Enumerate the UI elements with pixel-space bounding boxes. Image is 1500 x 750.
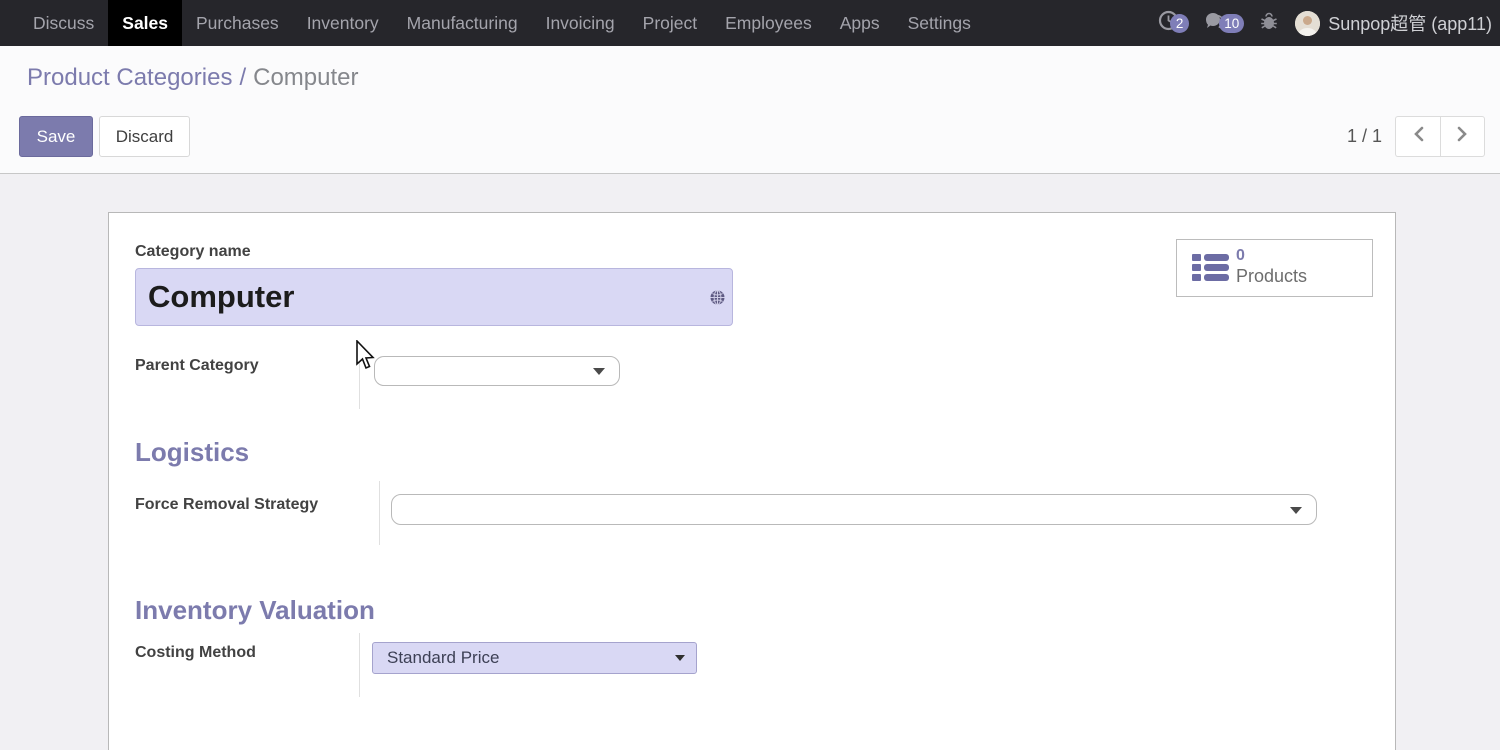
chevron-left-icon: [1412, 126, 1425, 147]
user-menu[interactable]: Sunpop超管 (app11): [1328, 10, 1492, 36]
user-avatar[interactable]: [1295, 11, 1320, 36]
pager-previous-button[interactable]: [1395, 116, 1440, 157]
force-removal-dropdown[interactable]: [391, 494, 1317, 525]
category-name-input[interactable]: Computer: [135, 268, 733, 326]
nav-item-discuss[interactable]: Discuss: [19, 0, 108, 46]
category-name-value: Computer: [148, 279, 294, 315]
control-panel: Product Categories / Computer Save Discard…: [0, 46, 1500, 174]
nav-item-project[interactable]: Project: [629, 0, 711, 46]
systray: 2 10 Sunpop超管 (app11): [1143, 10, 1492, 36]
debug-button[interactable]: [1259, 11, 1279, 36]
field-separator: [359, 633, 360, 697]
field-separator: [379, 481, 380, 545]
nav-item-apps[interactable]: Apps: [826, 0, 894, 46]
chevron-right-icon: [1456, 126, 1469, 147]
odoo-app-window: Discuss Sales Purchases Inventory Manufa…: [0, 0, 1500, 750]
products-stat-button[interactable]: 0 Products: [1176, 239, 1373, 297]
mouse-cursor-icon: [355, 340, 377, 377]
pager-counter: 1 / 1: [1347, 116, 1382, 157]
nav-item-employees[interactable]: Employees: [711, 0, 826, 46]
force-removal-label: Force Removal Strategy: [135, 496, 318, 514]
breadcrumb-separator: /: [239, 64, 246, 91]
nav-item-sales[interactable]: Sales: [108, 0, 182, 46]
nav-item-purchases[interactable]: Purchases: [182, 0, 293, 46]
products-label: Products: [1236, 266, 1307, 287]
save-button[interactable]: Save: [19, 116, 93, 157]
messages-button[interactable]: 10: [1204, 11, 1244, 36]
nav-item-inventory[interactable]: Inventory: [293, 0, 393, 46]
bug-icon: [1259, 11, 1279, 36]
translate-globe-icon[interactable]: [710, 277, 725, 292]
products-count: 0: [1236, 247, 1245, 265]
breadcrumb-parent-link[interactable]: Product Categories: [27, 64, 232, 91]
nav-item-invoicing[interactable]: Invoicing: [532, 0, 629, 46]
main-menu: Discuss Sales Purchases Inventory Manufa…: [19, 0, 985, 46]
dropdown-arrow-icon: [593, 368, 605, 375]
pager-next-button[interactable]: [1440, 116, 1485, 157]
parent-category-label: Parent Category: [135, 357, 259, 375]
nav-item-manufacturing[interactable]: Manufacturing: [393, 0, 532, 46]
category-name-label: Category name: [135, 243, 251, 261]
message-count-badge: 10: [1219, 14, 1244, 33]
form-sheet: 0 Products Category name Computer Parent…: [108, 212, 1396, 750]
activities-button[interactable]: 2: [1158, 10, 1189, 36]
costing-method-select[interactable]: Standard Price: [372, 642, 697, 674]
select-arrow-icon: [675, 655, 685, 661]
logistics-section-title: Logistics: [135, 437, 249, 468]
costing-method-value: Standard Price: [387, 648, 499, 668]
breadcrumb: Product Categories / Computer: [27, 64, 359, 92]
list-icon: [1192, 254, 1229, 281]
inventory-valuation-section-title: Inventory Valuation: [135, 595, 375, 626]
breadcrumb-current: Computer: [253, 64, 358, 91]
parent-category-dropdown[interactable]: [374, 356, 620, 386]
activity-count-badge: 2: [1170, 14, 1189, 33]
discard-button[interactable]: Discard: [99, 116, 190, 157]
costing-method-label: Costing Method: [135, 644, 256, 662]
pager: [1395, 116, 1485, 157]
nav-item-settings[interactable]: Settings: [894, 0, 985, 46]
top-navbar: Discuss Sales Purchases Inventory Manufa…: [0, 0, 1500, 46]
dropdown-arrow-icon: [1290, 507, 1302, 514]
